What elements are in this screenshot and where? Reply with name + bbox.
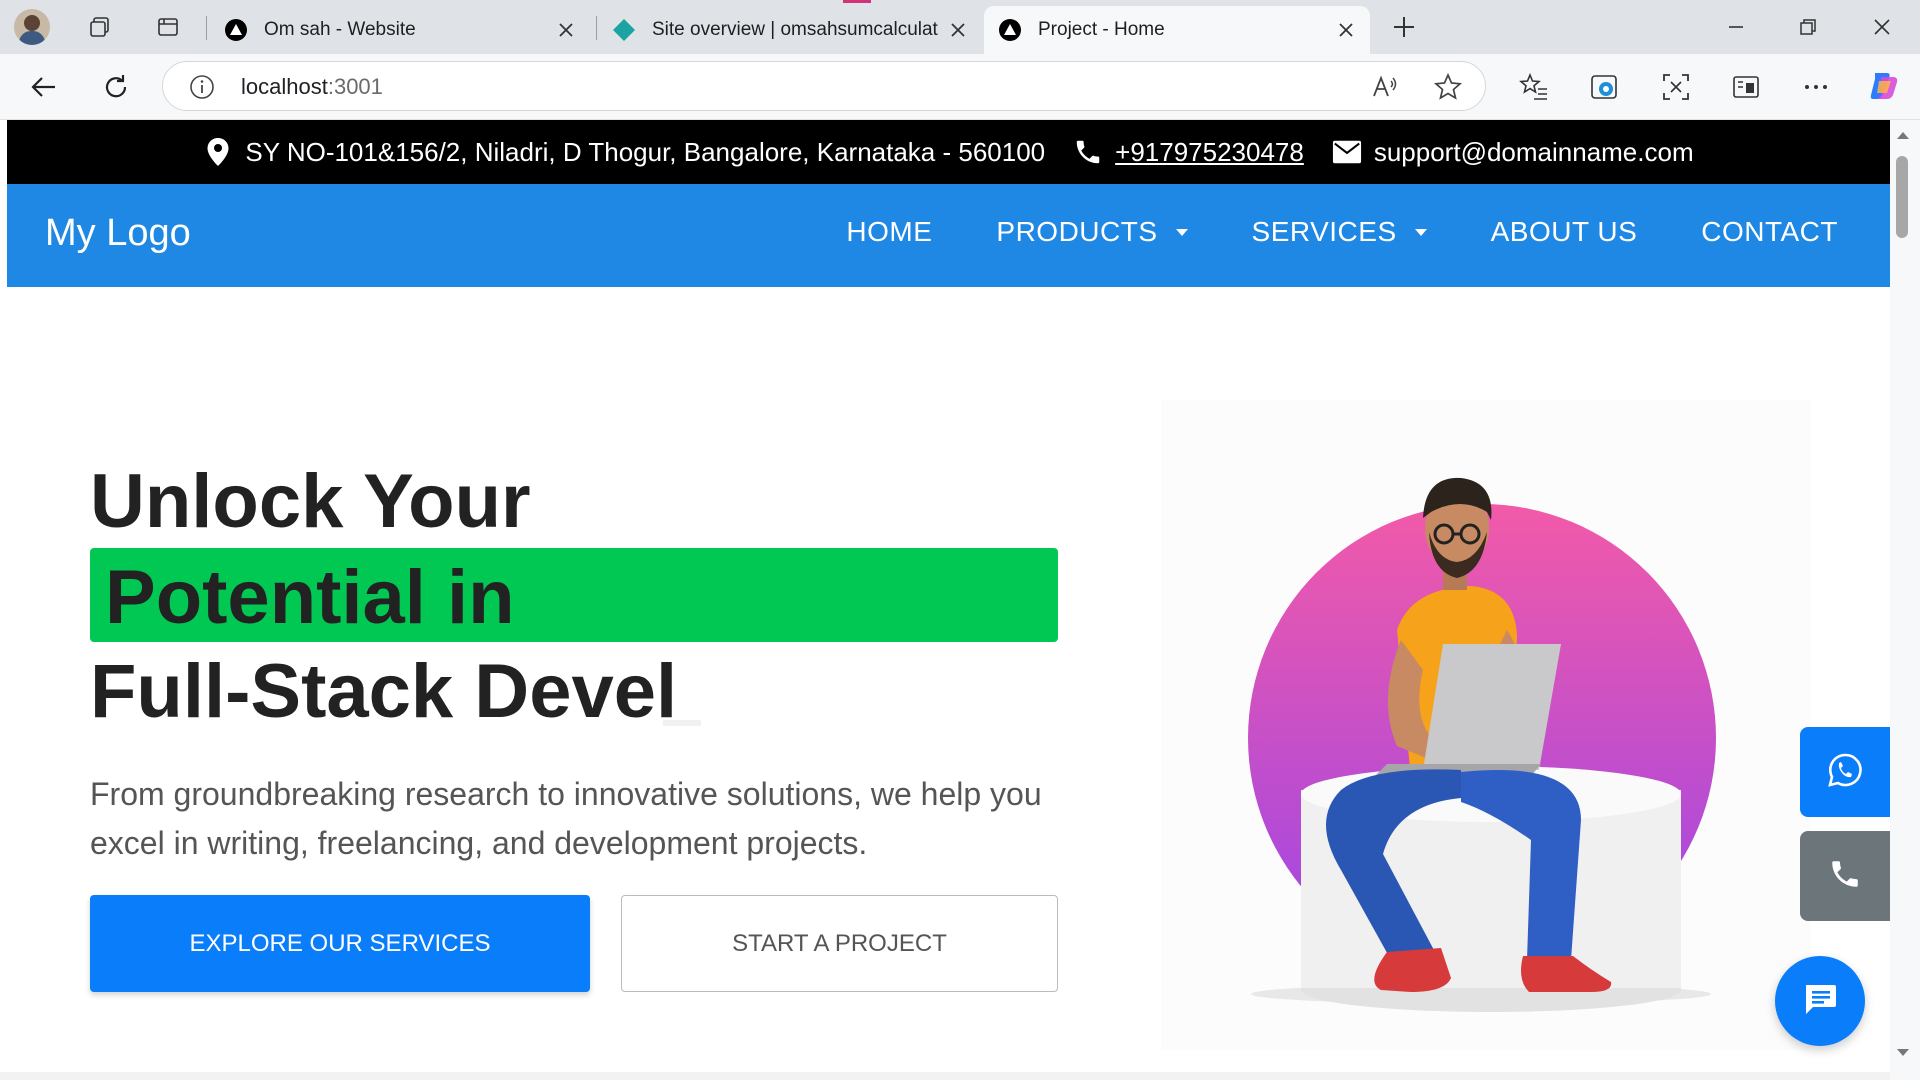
close-tab-icon[interactable] bbox=[946, 18, 970, 42]
start-project-button[interactable]: START A PROJECT bbox=[621, 895, 1058, 992]
workspaces-icon[interactable] bbox=[80, 10, 120, 44]
nav-item-label: HOME bbox=[846, 216, 933, 247]
tab-om-sah-website[interactable]: Om sah - Website bbox=[210, 6, 590, 54]
address-info: SY NO-101&156/2, Niladri, D Thogur, Bang… bbox=[203, 137, 1045, 168]
page-scrollbar[interactable] bbox=[1890, 120, 1920, 1080]
url-port: :3001 bbox=[327, 74, 383, 99]
diamond-logo-icon bbox=[612, 18, 636, 42]
phone-icon bbox=[1073, 137, 1103, 167]
triangle-logo-icon bbox=[998, 18, 1022, 42]
hero-title-line-2: Potential in bbox=[105, 555, 515, 640]
favorite-star-icon[interactable] bbox=[1433, 72, 1463, 107]
browser-tab-bar: Om sah - Website Site overview | omsahsu… bbox=[0, 0, 1920, 54]
phone-float-button[interactable] bbox=[1800, 831, 1890, 921]
main-navbar: My Logo HOME PRODUCTS SERVICES ABOUT US … bbox=[7, 184, 1890, 287]
email-link[interactable]: support@domainname.com bbox=[1374, 137, 1694, 168]
location-pin-icon bbox=[203, 137, 233, 167]
close-tab-icon[interactable] bbox=[554, 18, 578, 42]
collections-icon[interactable] bbox=[1726, 67, 1766, 107]
more-options-icon[interactable] bbox=[1796, 67, 1836, 107]
phone-link[interactable]: +917975230478 bbox=[1115, 137, 1304, 168]
page-viewport: SY NO-101&156/2, Niladri, D Thogur, Bang… bbox=[7, 120, 1890, 1072]
nav-menu: HOME PRODUCTS SERVICES ABOUT US CONTACT bbox=[782, 216, 1838, 248]
nav-item-label: PRODUCTS bbox=[996, 216, 1158, 247]
nav-item-contact[interactable]: CONTACT bbox=[1701, 216, 1838, 248]
phone-info[interactable]: +917975230478 bbox=[1073, 137, 1304, 168]
minimize-icon[interactable] bbox=[1716, 10, 1756, 44]
nav-item-home[interactable]: HOME bbox=[846, 216, 932, 248]
tab-indicator bbox=[843, 0, 871, 3]
mail-icon bbox=[1332, 137, 1362, 167]
tab-separator bbox=[206, 16, 207, 40]
hero-title-line-1: Unlock Your bbox=[90, 459, 531, 544]
refresh-icon[interactable] bbox=[96, 67, 136, 107]
nav-item-label: SERVICES bbox=[1251, 216, 1397, 247]
address-text: SY NO-101&156/2, Niladri, D Thogur, Bang… bbox=[245, 136, 1046, 167]
tab-title: Project - Home bbox=[1038, 19, 1165, 40]
tab-title: Om sah - Website bbox=[264, 19, 416, 40]
url-host: localhost bbox=[241, 74, 328, 99]
site-logo[interactable]: My Logo bbox=[45, 212, 191, 255]
caret-down-icon bbox=[1175, 228, 1188, 236]
tab-project-home[interactable]: Project - Home bbox=[984, 6, 1370, 54]
explore-services-button[interactable]: EXPLORE OUR SERVICES bbox=[90, 895, 590, 992]
tab-title: Site overview | omsahsumcalculat bbox=[652, 19, 938, 40]
new-tab-icon[interactable] bbox=[1384, 10, 1424, 44]
email-info[interactable]: support@domainname.com bbox=[1332, 137, 1694, 168]
profile-avatar[interactable] bbox=[14, 9, 50, 45]
browser-toolbar: localhost:3001 bbox=[0, 54, 1920, 120]
triangle-logo-icon bbox=[224, 18, 248, 42]
nav-item-services[interactable]: SERVICES bbox=[1252, 216, 1427, 248]
hero-illustration bbox=[1161, 400, 1811, 1050]
tab-site-overview[interactable]: Site overview | omsahsumcalculat bbox=[598, 6, 982, 54]
scroll-up-icon[interactable] bbox=[1896, 130, 1910, 140]
url-text: localhost:3001 bbox=[241, 74, 383, 100]
chat-float-button[interactable] bbox=[1775, 956, 1865, 1046]
nav-item-about-us[interactable]: ABOUT US bbox=[1491, 216, 1638, 248]
nav-item-label: ABOUT US bbox=[1490, 216, 1638, 247]
whatsapp-float-button[interactable] bbox=[1800, 727, 1890, 817]
hero-subtitle: From groundbreaking research to innovati… bbox=[90, 776, 1042, 861]
tab-separator bbox=[596, 16, 597, 40]
typing-cursor bbox=[663, 720, 701, 726]
hero-title-line-3: Full-Stack Devel bbox=[90, 649, 678, 734]
address-bar[interactable]: localhost:3001 bbox=[162, 61, 1486, 111]
close-tab-icon[interactable] bbox=[1334, 18, 1358, 42]
phone-icon bbox=[1828, 857, 1862, 896]
screenshot-icon[interactable] bbox=[1656, 67, 1696, 107]
window-bottom-edge bbox=[0, 1072, 1890, 1080]
back-arrow-icon[interactable] bbox=[24, 67, 64, 107]
favorites-list-icon[interactable] bbox=[1514, 67, 1554, 107]
nav-item-products[interactable]: PRODUCTS bbox=[996, 216, 1188, 248]
copilot-icon[interactable] bbox=[1864, 66, 1904, 106]
close-window-icon[interactable] bbox=[1862, 10, 1902, 44]
edge-extension-icon[interactable] bbox=[1584, 67, 1624, 107]
caret-down-icon bbox=[1414, 228, 1427, 236]
scroll-down-icon[interactable] bbox=[1896, 1048, 1910, 1058]
scrollbar-thumb[interactable] bbox=[1896, 156, 1908, 238]
contact-topbar: SY NO-101&156/2, Niladri, D Thogur, Bang… bbox=[7, 120, 1890, 184]
whatsapp-icon bbox=[1827, 752, 1863, 793]
read-aloud-icon[interactable] bbox=[1371, 73, 1399, 106]
site-info-icon[interactable] bbox=[189, 74, 215, 105]
chat-bubble-icon bbox=[1801, 980, 1839, 1023]
tab-actions-icon[interactable] bbox=[148, 10, 188, 44]
restore-icon[interactable] bbox=[1788, 10, 1828, 44]
nav-item-label: CONTACT bbox=[1701, 216, 1838, 247]
